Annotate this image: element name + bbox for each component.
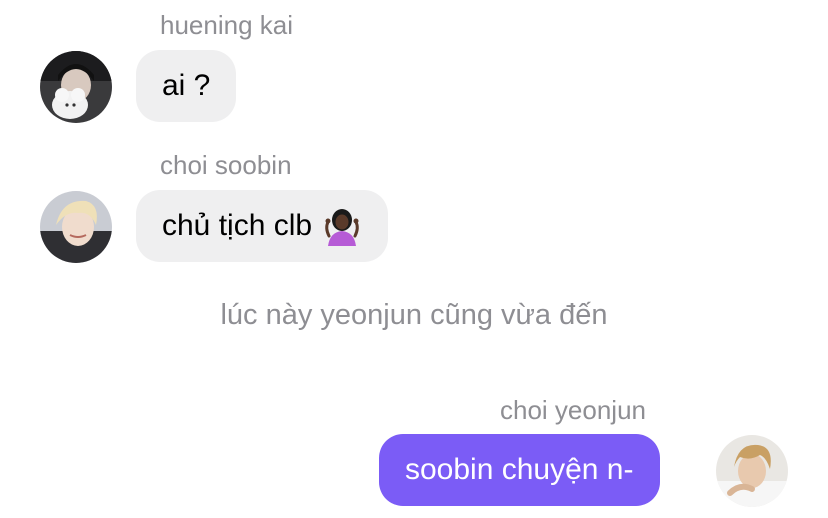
avatar-choi-yeonjun[interactable] <box>716 435 788 507</box>
person-shrugging-emoji-icon <box>322 206 362 246</box>
message-text: chủ tịch clb <box>162 209 313 242</box>
message-text: ai ? <box>162 69 211 102</box>
message-bubble[interactable]: chủ tịch clb <box>136 190 389 262</box>
narration-text: lúc này yeonjun cũng vừa đến <box>220 299 608 331</box>
avatar-huening-kai[interactable] <box>40 51 112 123</box>
sender-name: choi yeonjun <box>500 395 646 425</box>
sender-name: choi soobin <box>160 150 292 180</box>
sender-name: huening kai <box>160 10 293 40</box>
avatar-choi-soobin[interactable] <box>40 191 112 263</box>
message-bubble-outgoing[interactable]: soobin chuyện n- <box>379 434 660 506</box>
message-text: soobin chuyện n- <box>405 453 634 486</box>
message-bubble[interactable]: ai ? <box>136 50 237 122</box>
